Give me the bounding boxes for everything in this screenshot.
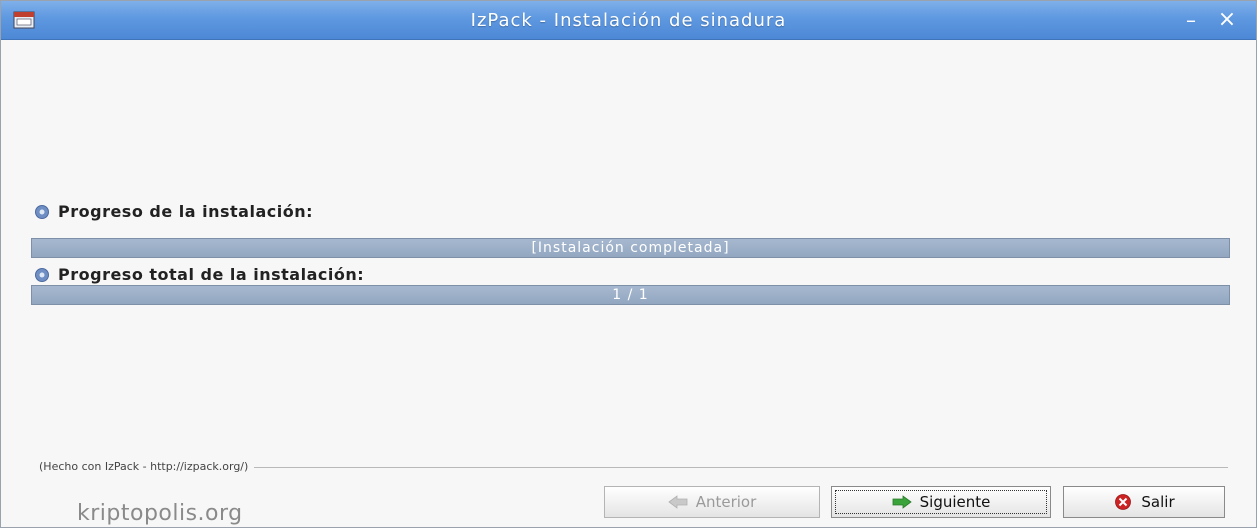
izpack-credit: (Hecho con IzPack - http://izpack.org/) [39,460,255,473]
installer-window: IzPack - Instalación de sinadura – × Pro… [0,0,1257,528]
overall-progress-bar: 1 / 1 [31,285,1230,305]
minimize-button[interactable]: – [1179,8,1203,32]
previous-button[interactable]: Anterior [604,486,820,518]
window-title: IzPack - Instalación de sinadura [470,10,787,31]
arrow-left-icon [668,495,688,509]
gear-icon [35,268,49,282]
previous-button-label: Anterior [695,493,757,511]
pack-progress-text: [Instalación completada] [531,240,730,256]
pack-progress-bar: [Instalación completada] [31,238,1230,258]
overall-progress-text: 1 / 1 [612,287,649,303]
gear-icon [35,205,49,219]
next-button-label: Siguiente [919,493,991,511]
arrow-right-icon [892,495,912,509]
stop-x-icon [1115,494,1132,510]
watermark: kriptopolis.org [77,501,243,526]
next-button[interactable]: Siguiente [831,486,1051,518]
pack-progress-label: Progreso de la instalación: [58,202,313,221]
close-button[interactable]: × [1215,8,1239,32]
exit-button-label: Salir [1141,493,1175,511]
title-bar[interactable]: IzPack - Instalación de sinadura – × [1,1,1256,40]
overall-progress-label: Progreso total de la instalación: [58,265,365,284]
exit-button[interactable]: Salir [1063,486,1225,518]
